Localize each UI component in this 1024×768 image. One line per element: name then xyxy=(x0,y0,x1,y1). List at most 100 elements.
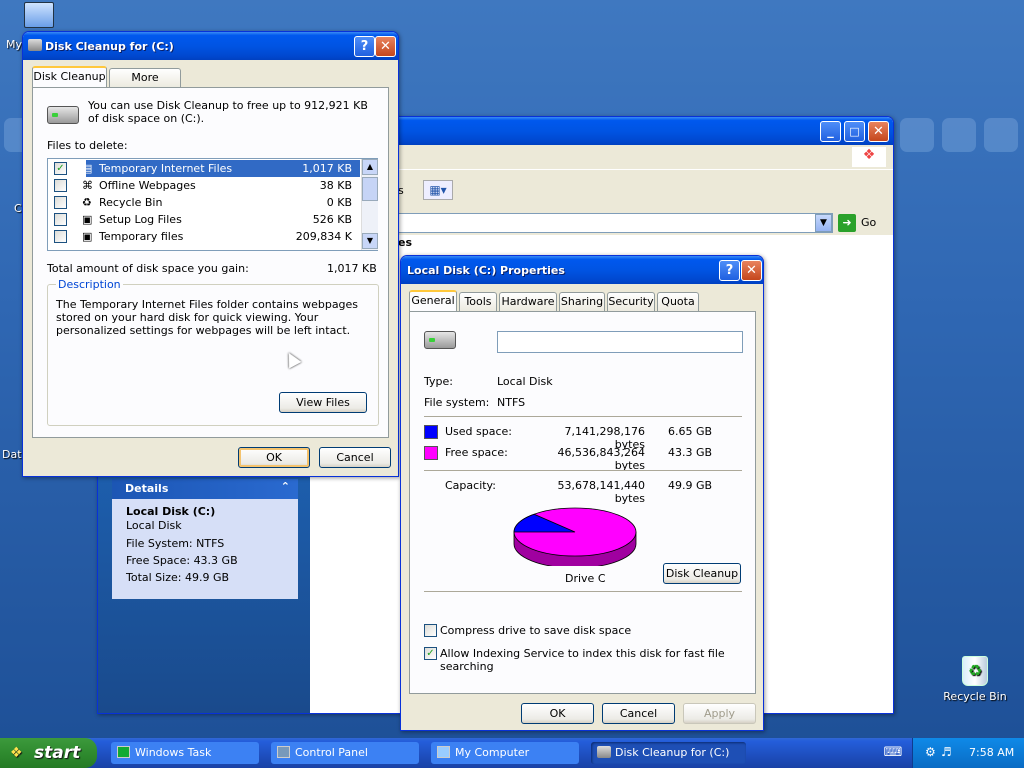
file-checkbox[interactable] xyxy=(54,196,67,209)
windows-flag-icon: ❖ xyxy=(10,745,23,761)
file-type-icon: ♻ xyxy=(82,196,92,209)
views-icon[interactable]: ▦▾ xyxy=(423,180,453,200)
desktop-decoration xyxy=(984,118,1018,152)
close-button[interactable]: ✕ xyxy=(375,36,396,57)
tab-hardware[interactable]: Hardware xyxy=(499,292,557,311)
taskbar-item-label: My Computer xyxy=(455,746,530,759)
desktop-icon-label: Dat xyxy=(2,448,22,461)
help-button[interactable]: ? xyxy=(719,260,740,281)
list-header: es xyxy=(398,236,413,249)
used-space-swatch xyxy=(424,425,438,439)
scroll-down-icon[interactable]: ▼ xyxy=(362,233,378,249)
tab-sharing[interactable]: Sharing xyxy=(559,292,605,311)
file-size: 0 KB xyxy=(326,196,352,209)
file-name: Recycle Bin xyxy=(99,196,163,209)
file-type-icon: ▣ xyxy=(82,230,93,243)
apply-button[interactable]: Apply xyxy=(683,703,756,724)
go-arrow-icon[interactable]: ➜ xyxy=(838,214,856,232)
maximize-button[interactable]: □ xyxy=(844,121,865,142)
file-list-item[interactable]: ▣ Setup Log Files 526 KB xyxy=(48,211,360,228)
desktop-icon-data[interactable]: Dat xyxy=(2,448,22,461)
file-checkbox[interactable]: ✓ xyxy=(54,162,67,175)
taskbar-item-disk-cleanup[interactable]: Disk Cleanup for (C:) xyxy=(591,742,746,764)
file-list-item[interactable]: ▣ Temporary files 209,834 K xyxy=(48,228,360,245)
tab-tools[interactable]: Tools xyxy=(459,292,497,311)
disk-cleanup-title-bar[interactable]: Disk Cleanup for (C:) ? ✕ xyxy=(23,32,398,60)
desktop-decoration xyxy=(942,118,976,152)
my-computer-icon xyxy=(437,746,450,758)
disk-cleanup-title: Disk Cleanup for (C:) xyxy=(45,40,174,53)
windows-logo-icon: ❖ xyxy=(852,147,886,167)
desktop-icon-my-computer[interactable]: My xyxy=(2,2,62,51)
files-list: ▲ ▼ ✓ ▤ Temporary Internet Files 1,017 KB ⌘ O… xyxy=(47,158,378,251)
divider xyxy=(424,470,742,471)
tab-disk-cleanup[interactable]: Disk Cleanup xyxy=(32,66,107,87)
disk-cleanup-icon xyxy=(597,746,611,758)
type-label: Type: xyxy=(424,375,453,388)
taskbar-item-task-manager[interactable]: Windows Task Manager xyxy=(111,742,259,764)
desktop-icon-control-panel[interactable]: C xyxy=(14,202,22,215)
file-size: 526 KB xyxy=(312,213,352,226)
taskbar-item-my-computer[interactable]: My Computer xyxy=(431,742,579,764)
total-label: Total amount of disk space you gain: xyxy=(47,262,249,275)
indexing-checkbox[interactable]: ✓ xyxy=(424,647,437,660)
collapse-chevron-icon[interactable]: ⌃ xyxy=(281,480,290,493)
scroll-thumb[interactable] xyxy=(362,177,378,201)
file-checkbox[interactable] xyxy=(54,179,67,192)
file-list-item[interactable]: ⌘ Offline Webpages 38 KB xyxy=(48,177,360,194)
compress-checkbox[interactable] xyxy=(424,624,437,637)
close-button[interactable]: ✕ xyxy=(868,121,889,142)
file-size: 38 KB xyxy=(319,179,352,192)
free-space-gb: 43.3 GB xyxy=(668,446,713,459)
file-system-label: File system: xyxy=(424,396,490,409)
ok-button[interactable]: OK xyxy=(238,447,310,468)
file-checkbox[interactable] xyxy=(54,230,67,243)
taskbar-item-control-panel[interactable]: Control Panel xyxy=(271,742,419,764)
volume-label-input[interactable] xyxy=(497,331,743,353)
start-button[interactable]: ❖ start xyxy=(0,738,97,768)
chevron-down-icon[interactable]: ▼ xyxy=(815,214,832,232)
scrollbar[interactable]: ▲ ▼ xyxy=(361,159,378,250)
details-panel: Local Disk (C:) Local Disk File System: … xyxy=(112,499,298,599)
file-list-item[interactable]: ♻ Recycle Bin 0 KB xyxy=(48,194,360,211)
button-label: OK xyxy=(266,451,282,464)
files-label: Files to delete: xyxy=(47,139,128,152)
disk-cleanup-button[interactable]: Disk Cleanup xyxy=(663,563,741,584)
cancel-button[interactable]: Cancel xyxy=(319,447,391,468)
tab-label: Hardware xyxy=(501,295,555,308)
desktop-icon-label: Recycle Bin xyxy=(943,690,1007,703)
ok-button[interactable]: OK xyxy=(521,703,594,724)
properties-title-bar[interactable]: Local Disk (C:) Properties ? ✕ xyxy=(401,256,763,284)
total-value: 1,017 KB xyxy=(327,262,377,275)
cancel-button[interactable]: Cancel xyxy=(602,703,675,724)
details-header[interactable]: Details ⌃ xyxy=(112,479,298,499)
go-button[interactable]: Go xyxy=(861,216,876,229)
free-space-bytes: 46,536,843,264 bytes xyxy=(557,446,645,472)
desktop-icon-recycle-bin[interactable]: ♻ Recycle Bin xyxy=(940,656,1010,703)
file-type-icon: ▤ xyxy=(82,162,93,175)
scroll-up-icon[interactable]: ▲ xyxy=(362,159,378,175)
tab-quota[interactable]: Quota xyxy=(657,292,699,311)
file-checkbox[interactable] xyxy=(54,213,67,226)
start-label: start xyxy=(34,743,81,763)
tab-more-options[interactable]: More Options xyxy=(109,68,181,101)
tab-security[interactable]: Security xyxy=(607,292,655,311)
tab-general[interactable]: General xyxy=(409,290,457,311)
help-button[interactable]: ? xyxy=(354,36,375,57)
computer-icon xyxy=(24,2,54,28)
close-button[interactable]: ✕ xyxy=(741,260,762,281)
details-file-system: File System: NTFS xyxy=(126,537,225,550)
taskbar: ❖ start Windows Task Manager Control Pan… xyxy=(0,738,1024,768)
minimize-button[interactable]: _ xyxy=(820,121,841,142)
button-label: OK xyxy=(549,707,566,720)
disk-cleanup-panel: You can use Disk Cleanup to free up to 9… xyxy=(32,87,389,438)
tab-label: Security xyxy=(608,295,654,308)
tray-volume-icon[interactable]: ♬ xyxy=(941,745,952,759)
disk-cleanup-icon xyxy=(28,39,42,51)
view-files-button[interactable]: View Files xyxy=(279,392,367,413)
tab-label: General xyxy=(411,294,455,307)
file-list-item[interactable]: ✓ ▤ Temporary Internet Files 1,017 KB xyxy=(54,160,360,177)
tray-network-icon[interactable]: ⚙ xyxy=(925,745,936,759)
clock[interactable]: 7:58 AM xyxy=(969,746,1014,759)
keyboard-icon[interactable]: ⌨ xyxy=(882,742,904,764)
